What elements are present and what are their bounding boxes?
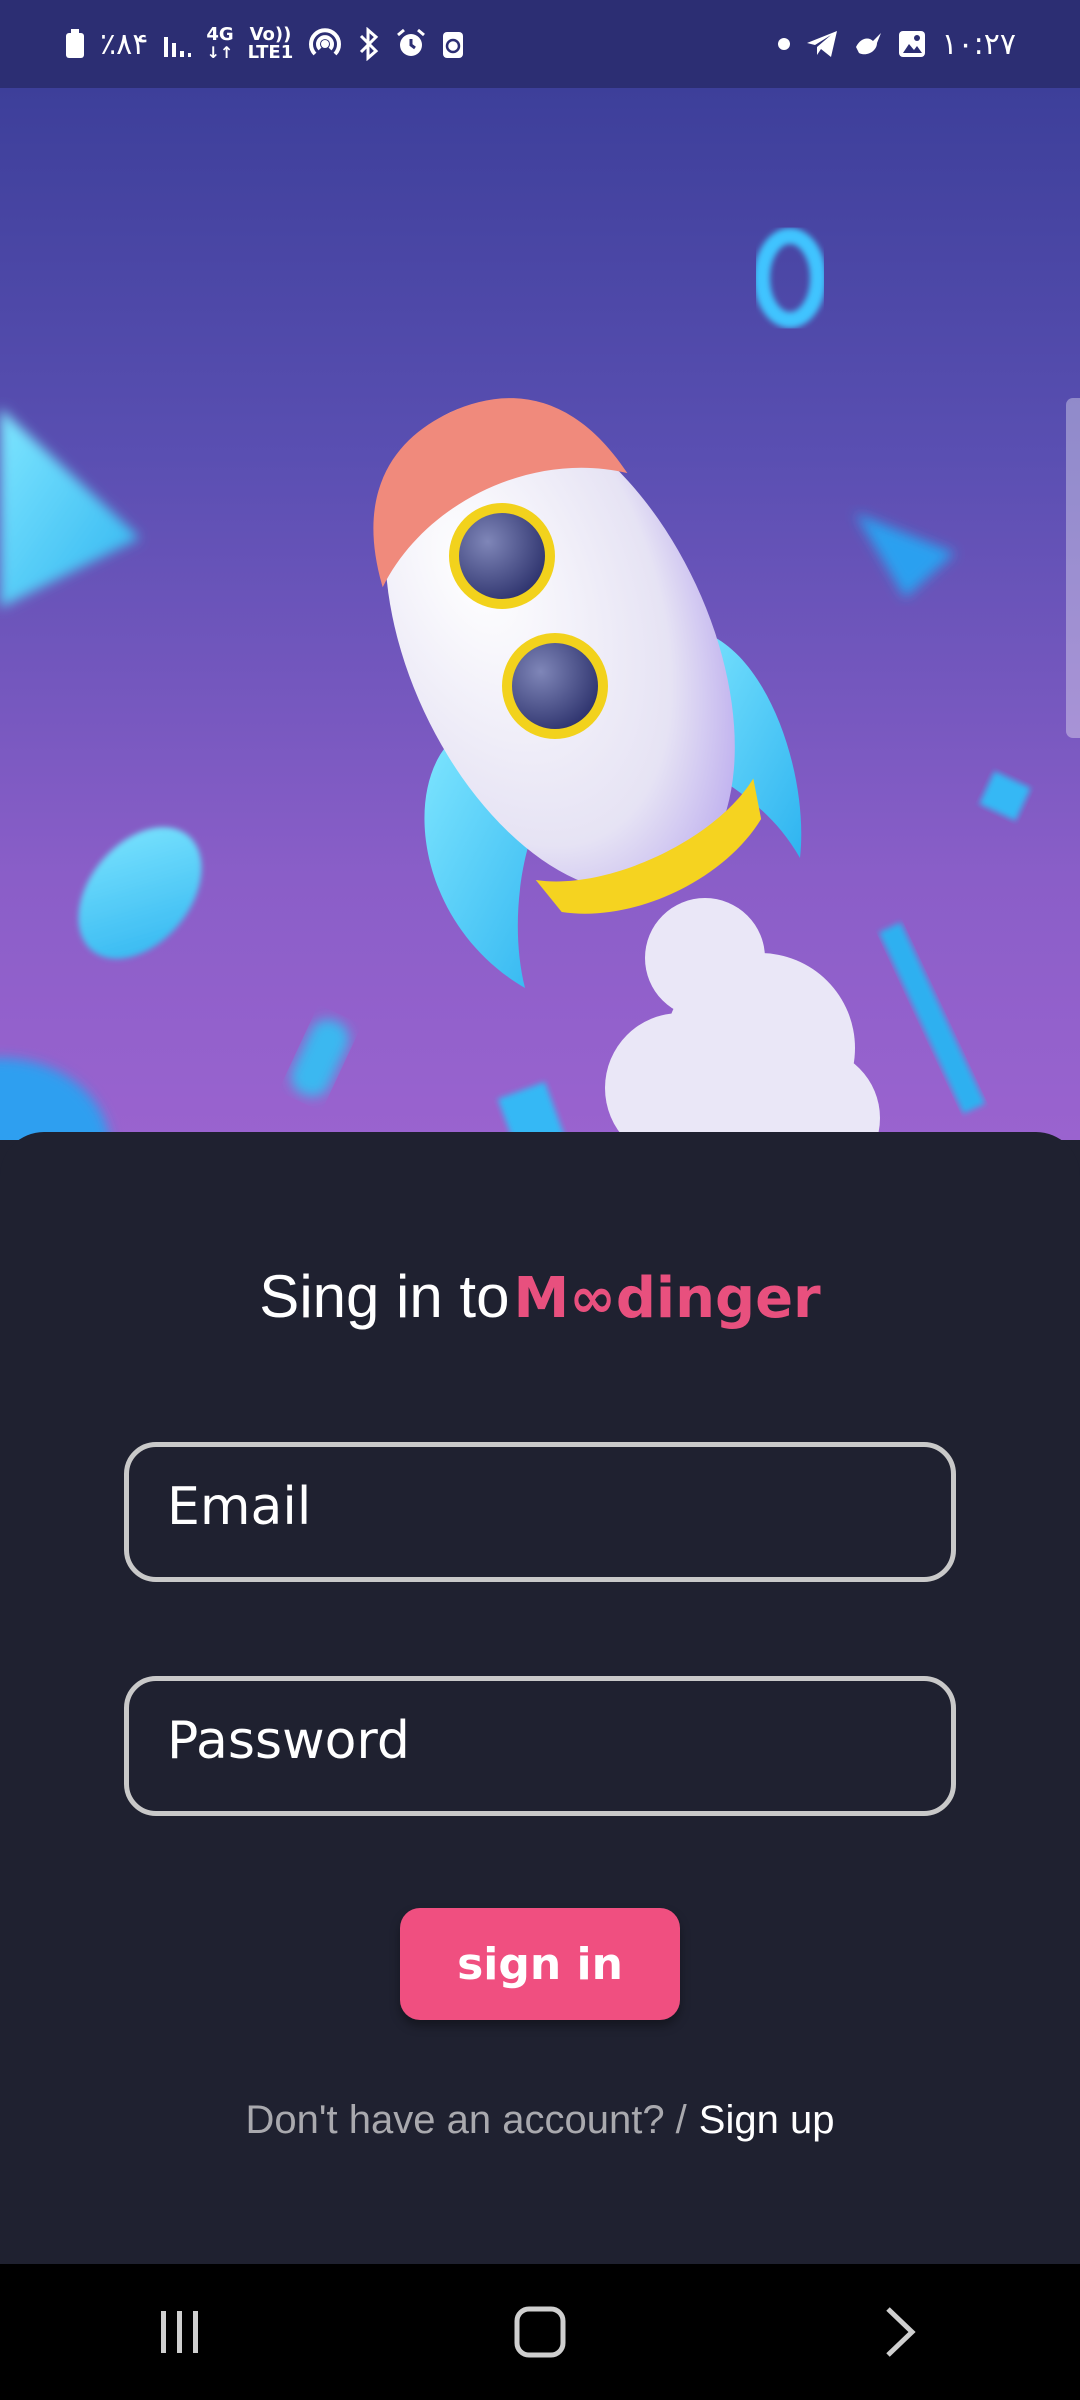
battery-icon [64,29,86,59]
back-icon [886,2307,916,2357]
clock-time: ۱۰:۲۷ [941,26,1016,62]
pyramid-shape [855,513,955,598]
battery-percent: ٪۸۴ [100,26,149,62]
smoke-cloud [605,898,880,1140]
bluetooth-icon [357,27,381,61]
disc-shape [78,827,202,959]
back-button[interactable] [840,2282,960,2382]
signin-button[interactable]: sign in [400,1908,680,2020]
small-block-shape [979,771,1031,821]
email-placeholder: Email [167,1477,312,1537]
status-bar: ٪۸۴ 4G ↓↑ Vo)) LTE1 ۱۰:۲۷ [0,0,1080,88]
password-field[interactable]: Password [124,1676,956,1816]
signup-link[interactable]: Sign up [699,2098,835,2143]
status-left: ٪۸۴ 4G ↓↑ Vo)) LTE1 [64,26,465,62]
alarm-icon [395,28,427,60]
scroll-indicator[interactable] [1066,398,1080,738]
telegram-icon [805,29,839,59]
home-icon [514,2306,566,2358]
bird-icon [853,29,883,59]
ring-shape [754,228,826,328]
title-prefix: Sing in to [259,1263,510,1330]
recycle-icon [441,28,465,60]
status-right: ۱۰:۲۷ [777,27,1016,62]
recents-icon [161,2311,198,2353]
pill-shape [290,1019,350,1097]
rocket-illustration [0,228,1031,1140]
hotspot-icon [307,26,343,62]
hero-illustration [0,88,1080,1140]
window-top [449,503,555,609]
password-placeholder: Password [167,1711,410,1771]
window-bottom [502,633,608,739]
volte-icon: Vo)) LTE1 [248,26,294,62]
login-title: Sing in to M∞dinger [0,1262,1080,1331]
dot-icon [777,37,791,51]
gallery-icon [897,29,927,59]
email-field[interactable]: Email [124,1442,956,1582]
recents-button[interactable] [120,2282,240,2382]
stick-shape [878,922,986,1114]
signup-prompt: Don't have an account? / Sign up [0,2098,1080,2143]
home-button[interactable] [480,2282,600,2382]
signal-icon [162,29,192,59]
corner-blob-shape [0,1058,110,1140]
no-account-text: Don't have an account? / [245,2098,687,2142]
volte-bottom-label: LTE1 [247,42,294,63]
navigation-bar [0,2264,1080,2400]
network-4g-icon: 4G ↓↑ [206,24,234,62]
network-4g-label: 4G [206,24,234,45]
cone-shape [0,408,140,608]
login-card: Sing in to M∞dinger Email Password sign … [0,1132,1080,2264]
brand-logo: M∞dinger [513,1266,821,1331]
